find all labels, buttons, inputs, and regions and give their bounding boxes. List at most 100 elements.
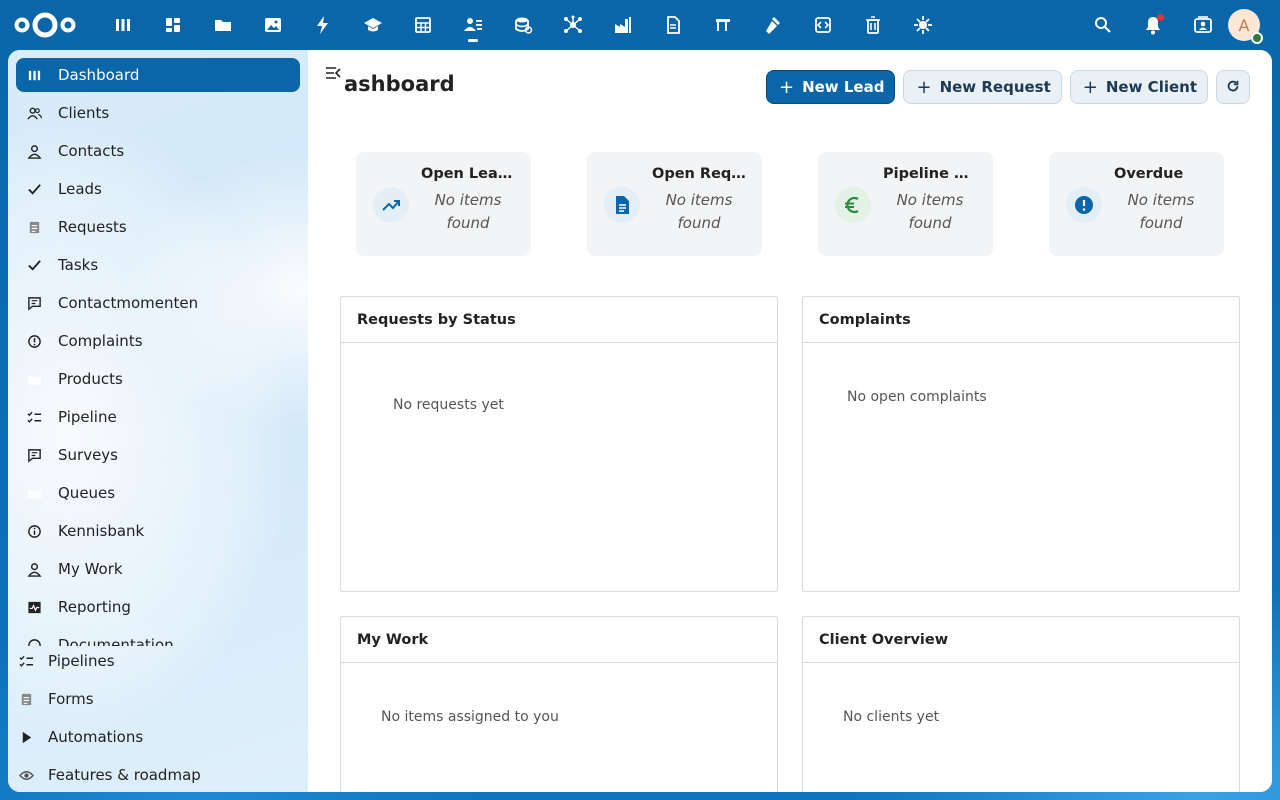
sidebar-item-label: Forms xyxy=(48,690,94,708)
network-icon[interactable] xyxy=(548,0,598,50)
photos-icon[interactable] xyxy=(248,0,298,50)
sidebar-item-label: Queues xyxy=(58,484,116,502)
top-header: A xyxy=(0,0,1280,50)
sidebar-item-pipelines[interactable]: Pipelines xyxy=(8,644,308,678)
sidebar-item-clients[interactable]: Clients xyxy=(16,96,300,130)
refresh-button[interactable] xyxy=(1216,70,1250,104)
header-right: A xyxy=(1078,0,1280,50)
dashboard-icon xyxy=(26,67,42,83)
panel-title: Client Overview xyxy=(803,617,1239,663)
message-icon xyxy=(26,295,42,311)
app-menu xyxy=(98,0,948,50)
sidebar-item-dashboard[interactable]: Dashboard xyxy=(16,58,300,92)
crm-contacts-icon[interactable] xyxy=(448,0,498,50)
panel-title: Complaints xyxy=(803,297,1239,343)
trending-up-icon xyxy=(373,187,409,223)
contacts-menu-icon[interactable] xyxy=(1178,0,1228,50)
play-icon xyxy=(18,729,34,745)
alert-circle-icon xyxy=(26,333,42,349)
panel-title: Requests by Status xyxy=(341,297,777,343)
flag-icon[interactable] xyxy=(698,0,748,50)
stat-empty: No items found xyxy=(896,191,964,232)
eye-icon xyxy=(18,767,34,783)
trash-icon[interactable] xyxy=(848,0,898,50)
stat-title: Open Requests xyxy=(652,166,747,182)
sidebar-nav: Dashboard Clients Contacts Leads Request… xyxy=(16,58,300,646)
plus-icon: + xyxy=(778,76,795,98)
sidebar-item-automations[interactable]: Automations xyxy=(8,720,308,754)
stat-card-overdue[interactable]: Overdue No items found xyxy=(1049,152,1224,256)
sidebar-footer: Pipelines Forms Automations Features & r… xyxy=(8,644,308,792)
sidebar-item-surveys[interactable]: Surveys xyxy=(16,438,300,472)
new-request-label: New Request xyxy=(939,78,1051,96)
user-avatar[interactable]: A xyxy=(1228,9,1263,44)
panel-title: My Work xyxy=(341,617,777,663)
apps-grid-icon[interactable] xyxy=(148,0,198,50)
sidebar-item-reporting[interactable]: Reporting xyxy=(16,590,300,624)
new-lead-label: New Lead xyxy=(802,78,885,96)
sidebar-item-label: Reporting xyxy=(58,598,131,616)
stat-card-open-requests[interactable]: Open Requests No items found xyxy=(587,152,762,256)
sidebar-item-label: Leads xyxy=(58,180,102,198)
checklist-icon xyxy=(18,653,34,669)
spreadsheet-icon[interactable] xyxy=(398,0,448,50)
stats-row: Open Leads No items found Open Requests … xyxy=(356,152,1224,256)
search-icon[interactable] xyxy=(1078,0,1128,50)
online-status-icon xyxy=(1251,32,1263,44)
sidebar-item-pipeline[interactable]: Pipeline xyxy=(16,400,300,434)
sidebar-item-forms[interactable]: Forms xyxy=(8,682,308,716)
sidebar-item-label: Automations xyxy=(48,728,144,746)
new-client-button[interactable]: + New Client xyxy=(1069,70,1208,104)
education-icon[interactable] xyxy=(348,0,398,50)
users-icon xyxy=(26,105,42,121)
sidebar-item-label: Surveys xyxy=(58,446,118,464)
sidebar-item-tasks[interactable]: Tasks xyxy=(16,248,300,282)
sidebar-item-complaints[interactable]: Complaints xyxy=(16,324,300,358)
code-icon[interactable] xyxy=(798,0,848,50)
sidebar-item-leads[interactable]: Leads xyxy=(16,172,300,206)
sidebar-item-requests[interactable]: Requests xyxy=(16,210,300,244)
panel-my-work: My Work No items assigned to you xyxy=(340,616,778,792)
sidebar-item-label: Dashboard xyxy=(58,66,140,84)
settings-bug-icon[interactable] xyxy=(898,0,948,50)
document-icon xyxy=(18,691,34,707)
stat-title: Pipeline Value xyxy=(883,166,978,182)
nextcloud-logo[interactable] xyxy=(13,10,77,40)
sidebar-item-label: Kennisbank xyxy=(58,522,145,540)
sidebar-item-label: Complaints xyxy=(58,332,143,350)
sidebar-item-contacts[interactable]: Contacts xyxy=(16,134,300,168)
activity-icon[interactable] xyxy=(298,0,348,50)
alert-circle-icon xyxy=(1066,187,1102,223)
dashboard-icon[interactable] xyxy=(98,0,148,50)
chart-icon xyxy=(26,599,42,615)
sidebar-item-products[interactable]: Products xyxy=(16,362,300,396)
user-icon xyxy=(26,143,42,159)
toggle-sidebar-icon[interactable] xyxy=(324,64,342,82)
new-request-button[interactable]: + New Request xyxy=(903,70,1062,104)
sidebar-item-label: Contactmomenten xyxy=(58,294,199,312)
main-content: ashboard + New Lead + New Request + New … xyxy=(308,50,1272,792)
database-icon[interactable] xyxy=(498,0,548,50)
sidebar-item-my-work[interactable]: My Work xyxy=(16,552,300,586)
sidebar-item-features-roadmap[interactable]: Features & roadmap xyxy=(8,758,308,792)
sidebar-item-contactmomenten[interactable]: Contactmomenten xyxy=(16,286,300,320)
sidebar-item-queues[interactable]: Queues xyxy=(16,476,300,510)
app-window: Dashboard Clients Contacts Leads Request… xyxy=(8,50,1272,792)
factory-icon[interactable] xyxy=(598,0,648,50)
gavel-icon[interactable] xyxy=(748,0,798,50)
sidebar-item-label: Features & roadmap xyxy=(48,766,201,784)
new-lead-button[interactable]: + New Lead xyxy=(765,70,896,104)
avatar-letter: A xyxy=(1238,15,1250,35)
sidebar-item-label: Contacts xyxy=(58,142,125,160)
sidebar-item-label: Clients xyxy=(58,104,110,122)
sidebar-item-kennisbank[interactable]: Kennisbank xyxy=(16,514,300,548)
panel-empty-message: No requests yet xyxy=(393,397,504,413)
document-icon[interactable] xyxy=(648,0,698,50)
panel-requests-by-status: Requests by Status No requests yet xyxy=(340,296,778,592)
files-icon[interactable] xyxy=(198,0,248,50)
stat-card-open-leads[interactable]: Open Leads No items found xyxy=(356,152,531,256)
stat-title: Overdue xyxy=(1114,166,1184,182)
euro-icon xyxy=(835,187,871,223)
stat-card-pipeline-value[interactable]: Pipeline Value No items found xyxy=(818,152,993,256)
notifications-icon[interactable] xyxy=(1128,0,1178,50)
